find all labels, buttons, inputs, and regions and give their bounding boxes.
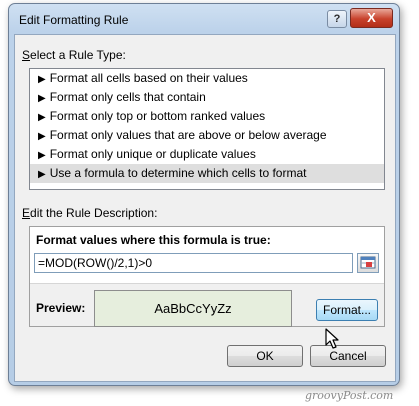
preview-sample: AaBbCcYyZz (94, 290, 292, 327)
play-arrow-icon: ▶ (38, 169, 46, 180)
title-bar[interactable]: Edit Formatting Rule ? X (9, 4, 399, 34)
ok-button[interactable]: OK (227, 345, 303, 367)
rule-type-item[interactable]: ▶ Format all cells based on their values (30, 69, 384, 88)
formula-heading: Format values where this formula is true… (36, 233, 271, 247)
format-button[interactable]: Format... (316, 299, 378, 321)
dialog-title: Edit Formatting Rule (19, 13, 129, 27)
rule-description-label: Edit the Rule Description: (22, 206, 157, 220)
watermark: groovyPost.com (305, 389, 394, 402)
rule-type-item[interactable]: ▶ Use a formula to determine which cells … (30, 164, 384, 183)
rule-type-item-label: Format only top or bottom ranked values (49, 109, 266, 123)
rule-description-label-accel: E (22, 206, 31, 220)
preview-label: Preview: (36, 301, 86, 315)
rule-type-item[interactable]: ▶ Format only cells that contain (30, 88, 384, 107)
preview-area: Preview: AaBbCcYyZz Format... (30, 283, 384, 327)
rule-type-label-text: elect a Rule Type: (30, 48, 126, 62)
play-arrow-icon: ▶ (38, 112, 46, 123)
play-arrow-icon: ▶ (38, 131, 46, 142)
rule-type-item[interactable]: ▶ Format only values that are above or be… (30, 126, 384, 145)
cancel-button[interactable]: Cancel (310, 345, 386, 367)
rule-description-label-text: dit the Rule Description: (30, 206, 158, 220)
edit-formatting-rule-dialog: Edit Formatting Rule ? X Select a Rule T… (8, 3, 400, 386)
rule-type-label-accel: S (22, 48, 31, 62)
rule-type-item[interactable]: ▶ Format only top or bottom ranked values (30, 107, 384, 126)
rule-type-list[interactable]: ▶ Format all cells based on their values ▶… (29, 68, 385, 190)
play-arrow-icon: ▶ (38, 150, 46, 161)
rule-type-item-label: Format only unique or duplicate values (49, 147, 256, 161)
rule-type-item-label: Format only values that are above or bel… (49, 128, 327, 142)
play-arrow-icon: ▶ (38, 74, 46, 85)
range-select-icon (360, 256, 376, 269)
rule-type-label: Select a Rule Type: (22, 48, 126, 62)
play-arrow-icon: ▶ (38, 93, 46, 104)
close-button[interactable]: X (350, 8, 393, 28)
rule-description-panel: Format values where this formula is true… (29, 226, 385, 327)
help-button[interactable]: ? (327, 10, 347, 28)
collapse-dialog-button[interactable] (357, 253, 379, 273)
rule-type-item[interactable]: ▶ Format only unique or duplicate values (30, 145, 384, 164)
rule-type-item-label: Format only cells that contain (49, 90, 206, 104)
rule-type-item-label: Format all cells based on their values (49, 71, 248, 85)
formula-input[interactable]: =MOD(ROW()/2,1)>0 (34, 253, 353, 273)
mouse-cursor-icon (325, 328, 339, 349)
rule-type-item-label: Use a formula to determine which cells t… (49, 166, 307, 180)
